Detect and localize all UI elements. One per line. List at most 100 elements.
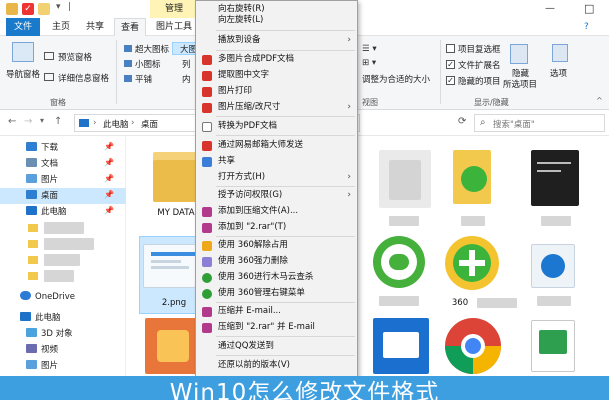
- options-button[interactable]: 选项: [550, 67, 567, 79]
- hide-selected-icon[interactable]: [510, 44, 528, 64]
- download-icon: [26, 142, 37, 151]
- menu-separator: [216, 355, 355, 356]
- xl-icons-button[interactable]: 超大图标: [135, 43, 169, 55]
- details-pane-button[interactable]: 详细信息窗格: [58, 72, 109, 84]
- folder-new-icon[interactable]: [38, 3, 50, 15]
- nav-item-onedrive[interactable]: OneDrive: [0, 289, 126, 305]
- breadcrumb-desktop[interactable]: 桌面: [141, 118, 158, 130]
- menu-item-rar-email[interactable]: 压缩到 "2.rar" 并 E-mail: [196, 319, 357, 336]
- search-icon: ⌕: [480, 117, 486, 128]
- menu-item-compress-resize[interactable]: 图片压缩/改尺寸 ›: [196, 99, 357, 116]
- menu-item-merge-pdf[interactable]: 多图片合成PDF文档: [196, 51, 357, 68]
- tiles-icon: [124, 75, 132, 82]
- checkmark-icon[interactable]: ✓: [22, 3, 34, 15]
- winrar-icon: [202, 207, 212, 217]
- pin-icon[interactable]: 📌: [104, 158, 114, 167]
- folder-icon[interactable]: [28, 256, 38, 264]
- showhide-group-label: 显示/隐藏: [474, 98, 509, 107]
- options-icon[interactable]: [552, 44, 568, 62]
- folder-icon[interactable]: [6, 3, 18, 15]
- nav-item-videos[interactable]: 视频: [0, 342, 126, 358]
- folder-icon[interactable]: [28, 240, 38, 248]
- chevron-right-icon: ›: [347, 102, 351, 112]
- view-group-label: 视图: [362, 98, 378, 107]
- menu-separator: [216, 30, 355, 31]
- menu-item-share[interactable]: 共享: [196, 153, 357, 170]
- collapse-ribbon-icon[interactable]: ^: [596, 96, 603, 105]
- list-button[interactable]: 列: [182, 58, 191, 70]
- sort-icon[interactable]: ☰ ▾: [362, 44, 377, 54]
- monitor-icon: [20, 312, 31, 321]
- tiles-button[interactable]: 平铺: [135, 73, 152, 85]
- menu-item-add-to-rar[interactable]: 添加到 "2.rar"(T): [196, 219, 357, 236]
- menu-item-send-qq[interactable]: 通过QQ发送到: [196, 338, 357, 355]
- file-label-360[interactable]: 360: [445, 298, 475, 308]
- menu-item-add-archive[interactable]: 添加到压缩文件(A)...: [196, 203, 357, 220]
- navigation-pane-icon[interactable]: [12, 42, 34, 62]
- nav-item-this-pc[interactable]: 此电脑: [0, 310, 126, 326]
- search-input[interactable]: ⌕ 搜索"桌面": [474, 114, 605, 132]
- minimize-button[interactable]: —: [545, 3, 555, 14]
- manage-context-tab[interactable]: 管理: [150, 0, 198, 18]
- menu-item-360-delete[interactable]: 使用 360强力删除: [196, 253, 357, 270]
- thumbnail-line: [151, 266, 189, 269]
- nav-pane-button[interactable]: 导航窗格: [6, 68, 40, 80]
- tab-view[interactable]: 查看: [114, 18, 146, 36]
- menu-item-restore-versions[interactable]: 还原以前的版本(V): [196, 357, 357, 374]
- app-shortcut-inner: [389, 160, 421, 200]
- breadcrumb-this-pc[interactable]: 此电脑: [103, 118, 129, 130]
- nav-item-pictures-pc[interactable]: 图片: [0, 358, 126, 374]
- menu-item-grant-access[interactable]: 授予访问权限(G) ›: [196, 187, 357, 204]
- pdf-tool-icon: [202, 87, 212, 97]
- blurred-file-name: [477, 298, 517, 308]
- pdf-document-icon: [202, 122, 212, 132]
- item-checkbox-toggle[interactable]: [446, 44, 455, 53]
- monitor-icon: [26, 206, 37, 215]
- preview-pane-button[interactable]: 预览窗格: [58, 51, 92, 63]
- menu-item-360-menu-manage[interactable]: 使用 360管理右键菜单: [196, 285, 357, 302]
- refresh-icon[interactable]: ⟳: [458, 116, 466, 127]
- pin-icon[interactable]: 📌: [104, 206, 114, 215]
- help-icon[interactable]: ?: [584, 22, 589, 32]
- tab-home[interactable]: 主页: [46, 18, 76, 36]
- menu-item-open-with[interactable]: 打开方式(H) ›: [196, 169, 357, 186]
- file-extension-checkbox[interactable]: ✓: [446, 60, 455, 69]
- menu-separator: [216, 135, 355, 136]
- nav-item-3d-objects[interactable]: 3D 对象: [0, 326, 126, 342]
- folder-icon[interactable]: [28, 272, 38, 280]
- terminal-icon[interactable]: [531, 150, 579, 206]
- nav-item-label: 下载: [41, 143, 59, 153]
- pin-icon[interactable]: 📌: [104, 174, 114, 183]
- pin-icon[interactable]: 📌: [104, 190, 114, 199]
- recent-dropdown-icon[interactable]: ▾: [40, 116, 44, 125]
- tab-share[interactable]: 共享: [80, 18, 110, 36]
- size-columns-button[interactable]: 调整为合适的大小: [362, 73, 430, 85]
- nav-item-label: 文档: [41, 159, 59, 169]
- navigation-pane: 下载 📌 文档 📌 图片 📌 桌面 📌 此电脑 📌 OneDrive 此电脑 3…: [0, 136, 126, 400]
- menu-item-print-image[interactable]: 图片打印: [196, 83, 357, 100]
- menu-item-360-unlock[interactable]: 使用 360解除占用: [196, 237, 357, 254]
- menu-item-360-scan[interactable]: 使用 360进行木马云查杀: [196, 269, 357, 286]
- folder-icon[interactable]: [28, 224, 38, 232]
- content-button[interactable]: 内: [182, 73, 191, 85]
- pin-icon[interactable]: 📌: [104, 142, 114, 151]
- maximize-button[interactable]: □: [584, 2, 594, 15]
- hidden-items-checkbox[interactable]: ✓: [446, 76, 455, 85]
- up-arrow-icon[interactable]: ↑: [54, 116, 62, 127]
- back-arrow-icon[interactable]: ←: [8, 116, 16, 127]
- menu-item-rotate-left[interactable]: 向左旋转(L): [196, 12, 357, 29]
- menu-item-cast-to-device[interactable]: 播放到设备 ›: [196, 32, 357, 49]
- small-icons-button[interactable]: 小图标: [135, 58, 161, 70]
- xl-icons-icon: [124, 45, 132, 52]
- tab-file[interactable]: 文件: [6, 18, 40, 36]
- quick-access-dropdown-icon[interactable]: ▾: [56, 2, 61, 12]
- add-columns-icon[interactable]: ⊞ ▾: [362, 58, 376, 68]
- menu-item-extract-text[interactable]: 提取图中文字: [196, 67, 357, 84]
- chevron-right-icon: ›: [347, 35, 351, 45]
- menu-item-netease-mail[interactable]: 通过网易邮箱大师发送: [196, 137, 357, 154]
- menu-item-convert-pdf[interactable]: 转换为PDF文档: [196, 118, 357, 135]
- hide-selected-label-2[interactable]: 所选项目: [503, 78, 537, 90]
- menu-item-compress-email[interactable]: 压缩并 E-mail...: [196, 303, 357, 320]
- tab-picture-tools[interactable]: 图片工具: [150, 18, 198, 36]
- forward-arrow-icon[interactable]: →: [24, 116, 32, 127]
